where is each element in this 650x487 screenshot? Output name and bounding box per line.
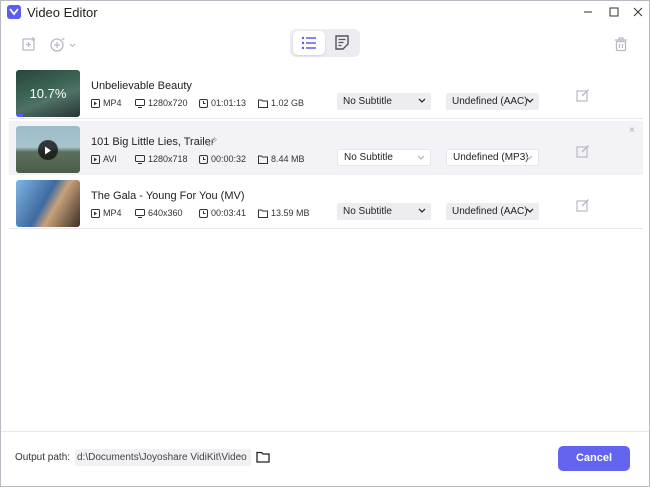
clock-icon <box>199 98 208 108</box>
progress-bar <box>16 114 23 117</box>
size-info: 1.02 GB <box>258 97 304 109</box>
edit-icon[interactable] <box>576 144 590 158</box>
play-icon[interactable] <box>38 140 58 160</box>
file-name: The Gala - Young For You (MV) <box>91 190 245 202</box>
browse-path-button[interactable]: ··· <box>233 449 251 466</box>
file-row[interactable]: The Gala - Young For You (MV) MP4 640x36… <box>9 175 643 229</box>
duration-info: 00:00:32 <box>199 153 246 165</box>
add-file-icon[interactable] <box>18 33 40 55</box>
monitor-icon <box>135 154 145 164</box>
resolution-info: 640x360 <box>135 207 183 219</box>
monitor-icon <box>135 208 145 218</box>
chevron-down-icon <box>526 208 534 213</box>
window-title: Video Editor <box>27 5 98 20</box>
rename-icon[interactable] <box>206 136 218 148</box>
video-thumbnail[interactable] <box>16 126 80 173</box>
monitor-icon <box>135 98 145 108</box>
folder-size-icon <box>258 209 268 218</box>
footer: Output path: d:\Documents\Joyoshare Vidi… <box>1 431 649 486</box>
video-format-icon <box>91 154 100 164</box>
size-info: 8.44 MB <box>258 153 305 165</box>
clock-icon <box>199 154 208 164</box>
edit-icon[interactable] <box>576 198 590 212</box>
video-format-icon <box>91 98 100 108</box>
add-effect-icon[interactable] <box>48 33 78 55</box>
list-view-icon[interactable] <box>293 31 325 55</box>
video-thumbnail[interactable]: 10.7% <box>16 70 80 117</box>
clock-icon <box>199 208 208 218</box>
size-info: 13.59 MB <box>258 207 310 219</box>
minimize-button[interactable] <box>579 3 597 21</box>
open-folder-icon[interactable] <box>256 451 270 463</box>
format-info: MP4 <box>91 97 122 109</box>
duration-info: 01:01:13 <box>199 97 246 109</box>
title-bar: Video Editor <box>1 1 649 23</box>
file-name: Unbelievable Beauty <box>91 80 192 92</box>
folder-size-icon <box>258 99 268 108</box>
file-row[interactable]: 10.7% Unbelievable Beauty MP4 1280x720 0… <box>9 65 643 119</box>
output-path-label: Output path: <box>15 452 71 463</box>
duration-info: 00:03:41 <box>199 207 246 219</box>
subtitle-dropdown[interactable]: No Subtitle <box>337 93 431 110</box>
maximize-button[interactable] <box>605 3 623 21</box>
subtitle-dropdown[interactable]: No Subtitle <box>337 149 431 166</box>
video-editor-window: Video Editor 10.7% Unbelievable Beauty M… <box>0 0 650 487</box>
chevron-down-icon <box>418 208 426 213</box>
audio-dropdown[interactable]: Undefined (MP3) <box>446 149 539 166</box>
toolbar <box>1 23 649 65</box>
video-format-icon <box>91 208 100 218</box>
output-path-field[interactable]: d:\Documents\Joyoshare VidiKit\Video <box>75 449 251 466</box>
chevron-down-icon <box>417 155 425 160</box>
remove-file-button[interactable]: × <box>629 125 635 136</box>
audio-dropdown[interactable]: Undefined (AAC) <box>446 203 539 220</box>
file-name: 101 Big Little Lies, Trailer <box>91 136 215 148</box>
resolution-info: 1280x720 <box>135 97 188 109</box>
format-info: MP4 <box>91 207 122 219</box>
edit-icon[interactable] <box>576 88 590 102</box>
subtitle-dropdown[interactable]: No Subtitle <box>337 203 431 220</box>
video-thumbnail[interactable] <box>16 180 80 227</box>
view-toggle <box>290 29 360 57</box>
chevron-down-icon <box>525 155 533 160</box>
chevron-down-icon <box>418 98 426 103</box>
progress-percentage: 10.7% <box>29 86 67 101</box>
app-logo-icon <box>7 5 21 19</box>
format-info: AVI <box>91 153 117 165</box>
chevron-down-icon <box>526 98 534 103</box>
resolution-info: 1280x718 <box>135 153 188 165</box>
cancel-button[interactable]: Cancel <box>558 446 630 471</box>
subtitle-view-icon[interactable] <box>326 31 358 55</box>
audio-dropdown[interactable]: Undefined (AAC) <box>446 93 539 110</box>
close-button[interactable] <box>629 3 647 21</box>
folder-size-icon <box>258 155 268 164</box>
file-row[interactable]: 101 Big Little Lies, Trailer AVI 1280x71… <box>9 121 643 175</box>
trash-icon[interactable] <box>610 33 632 55</box>
